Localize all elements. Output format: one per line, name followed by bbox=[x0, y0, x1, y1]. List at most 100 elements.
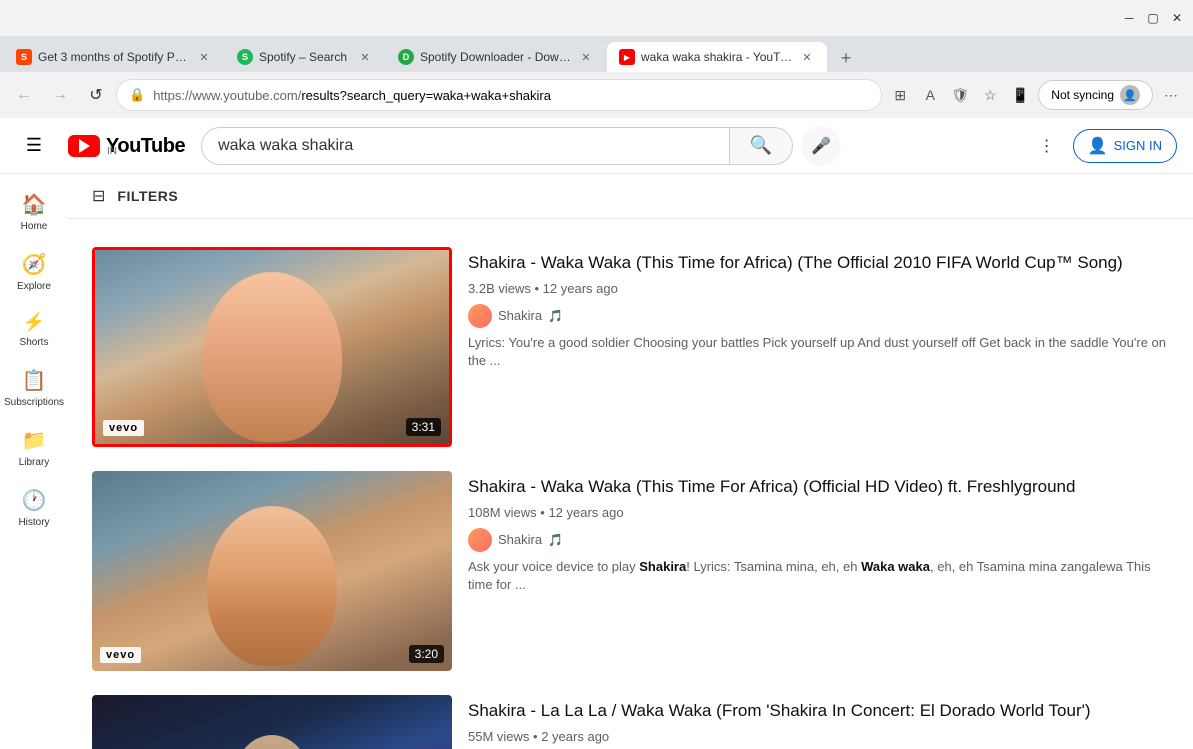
result-item-3: Shakira - La La La / Waka Waka (From 'Sh… bbox=[92, 683, 1169, 749]
result-info-1: Shakira - Waka Waka (This Time for Afric… bbox=[468, 247, 1169, 447]
devices-icon-btn[interactable]: 📱 bbox=[1006, 81, 1034, 109]
back-button[interactable]: ← bbox=[8, 79, 40, 111]
search-button[interactable]: 🔍 bbox=[729, 127, 793, 165]
sidebar-item-history[interactable]: 🕐 History bbox=[0, 478, 68, 538]
sidebar-library-label: Library bbox=[19, 457, 50, 468]
result-title-2[interactable]: Shakira - Waka Waka (This Time For Afric… bbox=[468, 475, 1169, 499]
search-icon: 🔍 bbox=[750, 135, 772, 156]
sidebar-item-shorts[interactable]: ⚡ Shorts bbox=[0, 302, 68, 358]
more-options-yt-button[interactable]: ⋮ bbox=[1029, 128, 1065, 164]
browser-chrome: ─ ▢ ✕ S Get 3 months of Spotify Premiu..… bbox=[0, 0, 1193, 749]
thumbnail-face-1 bbox=[95, 250, 449, 444]
tab-spotify-downloader[interactable]: D Spotify Downloader - Downloa... ✕ bbox=[386, 42, 606, 72]
sign-in-button[interactable]: 👤 SIGN IN bbox=[1073, 129, 1177, 163]
youtube-page: ☰ YouTube IN waka waka shakira 🔍 🎤 bbox=[0, 118, 1193, 749]
youtube-logo[interactable]: YouTube IN bbox=[68, 135, 185, 157]
thumbnail-2[interactable]: vevo 3:20 bbox=[92, 471, 452, 671]
face-shape-2 bbox=[207, 506, 337, 666]
maximize-button[interactable]: ▢ bbox=[1145, 10, 1161, 26]
more-options-button[interactable]: ⋯ bbox=[1157, 81, 1185, 109]
sidebar: 🏠 Home 🧭 Explore ⚡ Shorts 📋 Subscription… bbox=[0, 174, 68, 749]
shield-icon-btn[interactable]: 🛡 bbox=[946, 81, 974, 109]
sidebar-item-library[interactable]: 📁 Library bbox=[0, 418, 68, 478]
channel-name-2[interactable]: Shakira bbox=[498, 532, 542, 547]
address-text: https://www.youtube.com/results?search_q… bbox=[153, 88, 869, 103]
result-meta-1: 3.2B views • 12 years ago bbox=[468, 281, 1169, 296]
result-title-1[interactable]: Shakira - Waka Waka (This Time for Afric… bbox=[468, 251, 1169, 275]
tab3-title: Spotify Downloader - Downloa... bbox=[420, 50, 572, 64]
person-icon: 👤 bbox=[1088, 136, 1108, 156]
menu-button[interactable]: ☰ bbox=[16, 128, 52, 164]
grid-icon-btn[interactable]: ⊞ bbox=[886, 81, 914, 109]
result-views-2: 108M views bbox=[468, 505, 537, 520]
yt-body: 🏠 Home 🧭 Explore ⚡ Shorts 📋 Subscription… bbox=[0, 174, 1193, 749]
channel-avatar-2 bbox=[468, 528, 492, 552]
tab1-title: Get 3 months of Spotify Premiu... bbox=[38, 50, 190, 64]
lock-icon: 🔒 bbox=[129, 87, 145, 103]
thumbnail-1[interactable]: vevo 3:31 bbox=[92, 247, 452, 447]
explore-icon: 🧭 bbox=[22, 252, 47, 277]
search-input[interactable]: waka waka shakira bbox=[201, 127, 729, 165]
vevo-logo-2: vevo bbox=[100, 647, 141, 663]
not-syncing-label: Not syncing bbox=[1051, 88, 1114, 102]
not-syncing-button[interactable]: Not syncing 👤 bbox=[1038, 80, 1153, 110]
shorts-icon: ⚡ bbox=[23, 312, 45, 333]
minimize-button[interactable]: ─ bbox=[1121, 10, 1137, 26]
sidebar-item-home[interactable]: 🏠 Home bbox=[0, 182, 68, 242]
sidebar-history-label: History bbox=[18, 517, 49, 528]
channel-name-1[interactable]: Shakira bbox=[498, 308, 542, 323]
highlight-shakira: Shakira bbox=[639, 559, 686, 574]
sidebar-explore-label: Explore bbox=[17, 281, 51, 292]
tab4-close-button[interactable]: ✕ bbox=[799, 49, 815, 65]
channel-verified-2: 🎵 bbox=[548, 533, 563, 547]
tab2-title: Spotify – Search bbox=[259, 50, 351, 64]
header-actions: ⋮ 👤 SIGN IN bbox=[1029, 128, 1177, 164]
forward-button[interactable]: → bbox=[44, 79, 76, 111]
tab-spotify-search[interactable]: S Spotify – Search ✕ bbox=[225, 42, 385, 72]
face-shape-1 bbox=[202, 272, 342, 442]
thumbnail-img-2 bbox=[92, 471, 452, 671]
thumbnail-img-3 bbox=[92, 695, 452, 749]
tab2-close-button[interactable]: ✕ bbox=[357, 49, 373, 65]
subscriptions-icon: 📋 bbox=[22, 368, 47, 393]
sign-in-label: SIGN IN bbox=[1114, 138, 1162, 153]
filters-bar: ⊟ FILTERS bbox=[68, 174, 1193, 219]
close-button[interactable]: ✕ bbox=[1169, 10, 1185, 26]
translate-icon-btn[interactable]: A bbox=[916, 81, 944, 109]
result-desc-2: Ask your voice device to play Shakira! L… bbox=[468, 558, 1169, 594]
result-item-2: vevo 3:20 Shakira - Waka Waka (This Time… bbox=[92, 459, 1169, 683]
result-dot-1: • bbox=[535, 281, 543, 296]
result-info-2: Shakira - Waka Waka (This Time For Afric… bbox=[468, 471, 1169, 671]
result-views-1: 3.2B views bbox=[468, 281, 531, 296]
tab-spotify-premium[interactable]: S Get 3 months of Spotify Premiu... ✕ bbox=[4, 42, 224, 72]
thumbnail-3[interactable] bbox=[92, 695, 452, 749]
address-input-wrap[interactable]: 🔒 https://www.youtube.com/results?search… bbox=[116, 79, 882, 111]
result-info-3: Shakira - La La La / Waka Waka (From 'Sh… bbox=[468, 695, 1169, 749]
result-meta-2: 108M views • 12 years ago bbox=[468, 505, 1169, 520]
tab-youtube-active[interactable]: ▶ waka waka shakira - YouTube ✕ bbox=[607, 42, 827, 72]
window-controls: ─ ▢ ✕ bbox=[1121, 10, 1185, 26]
favorites-icon-btn[interactable]: ☆ bbox=[976, 81, 1004, 109]
new-tab-button[interactable]: + bbox=[832, 44, 860, 72]
voice-search-button[interactable]: 🎤 bbox=[801, 126, 841, 166]
address-base: https://www.youtube.com/ bbox=[153, 88, 301, 103]
channel-verified-1: 🎵 bbox=[548, 309, 563, 323]
sidebar-item-explore[interactable]: 🧭 Explore bbox=[0, 242, 68, 302]
result-title-3[interactable]: Shakira - La La La / Waka Waka (From 'Sh… bbox=[468, 699, 1169, 723]
filter-icon: ⊟ bbox=[92, 186, 105, 206]
duration-badge-2: 3:20 bbox=[409, 645, 444, 663]
tab2-favicon: S bbox=[237, 49, 253, 65]
history-icon: 🕐 bbox=[22, 488, 47, 513]
tabs-bar: S Get 3 months of Spotify Premiu... ✕ S … bbox=[0, 36, 1193, 72]
channel-avatar-1 bbox=[468, 304, 492, 328]
reload-button[interactable]: ↺ bbox=[80, 79, 112, 111]
tab4-title: waka waka shakira - YouTube bbox=[641, 50, 793, 64]
tab1-close-button[interactable]: ✕ bbox=[196, 49, 212, 65]
highlight-waka: Waka waka bbox=[861, 559, 930, 574]
sidebar-item-subscriptions[interactable]: 📋 Subscriptions bbox=[0, 358, 68, 418]
youtube-logo-icon bbox=[68, 135, 100, 157]
youtube-country: IN bbox=[107, 146, 185, 157]
tab3-close-button[interactable]: ✕ bbox=[578, 49, 594, 65]
result-dot-3: • bbox=[533, 729, 541, 744]
filters-label[interactable]: FILTERS bbox=[117, 188, 178, 204]
